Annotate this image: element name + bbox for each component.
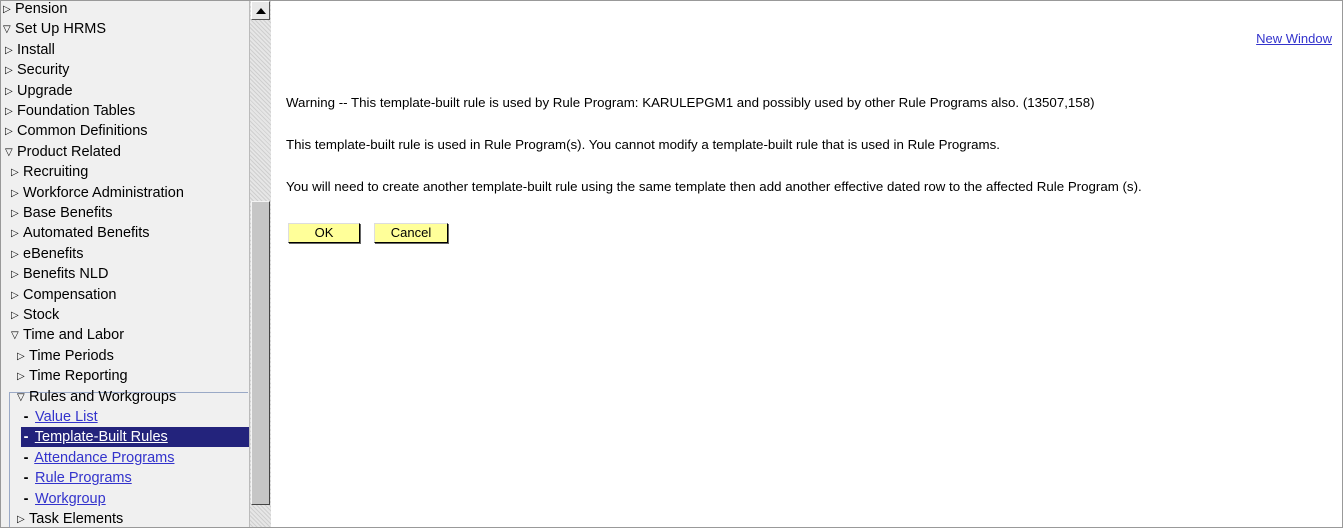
triangle-collapsed-icon[interactable]: ▷ xyxy=(11,224,23,244)
nav-item-automated-benefits[interactable]: ▷ Automated Benefits xyxy=(11,223,150,243)
triangle-expanded-icon[interactable]: ▽ xyxy=(11,326,23,346)
nav-item-label: Recruiting xyxy=(23,164,89,181)
nav-item-time-periods[interactable]: ▷ Time Periods xyxy=(17,346,114,366)
nav-item-workgroup[interactable]: - Workgroup xyxy=(21,489,106,509)
triangle-collapsed-icon[interactable]: ▷ xyxy=(11,306,23,326)
nav-item-label: Security xyxy=(17,62,70,79)
nav-item-label: Rules and Workgroups xyxy=(29,388,177,405)
nav-item-foundation-tables[interactable]: ▷ Foundation Tables xyxy=(5,101,135,121)
nav-item-label: Pension xyxy=(15,1,68,17)
nav-item-label: eBenefits xyxy=(23,245,84,262)
nav-item-common-definitions[interactable]: ▷ Common Definitions xyxy=(5,121,148,141)
triangle-collapsed-icon[interactable]: ▷ xyxy=(17,367,29,387)
nav-item-security[interactable]: ▷ Security xyxy=(5,60,69,80)
dash-icon: - xyxy=(23,429,29,446)
warning-message: Warning -- This template-built rule is u… xyxy=(286,95,1095,110)
nav-item-stock[interactable]: ▷ Stock xyxy=(11,305,59,325)
dash-icon: - xyxy=(23,470,29,487)
dash-icon: - xyxy=(23,409,29,425)
nav-link-label[interactable]: Attendance Programs xyxy=(34,450,174,466)
triangle-collapsed-icon[interactable]: ▷ xyxy=(5,102,17,122)
triangle-collapsed-icon[interactable]: ▷ xyxy=(5,61,17,81)
nav-item-install[interactable]: ▷ Install xyxy=(5,40,55,60)
dash-icon: - xyxy=(23,449,29,466)
nav-item-time-reporting[interactable]: ▷ Time Reporting xyxy=(17,366,128,386)
triangle-collapsed-icon[interactable]: ▷ xyxy=(11,265,23,285)
nav-link-label[interactable]: Template-Built Rules xyxy=(35,429,168,445)
nav-item-value-list[interactable]: - Value List xyxy=(21,407,98,427)
nav-item-set-up-hrms[interactable]: ▽ Set Up HRMS xyxy=(3,19,106,39)
new-window-link[interactable]: New Window xyxy=(1256,31,1332,46)
arrow-up-icon xyxy=(255,7,266,14)
triangle-expanded-icon[interactable]: ▽ xyxy=(3,20,15,40)
nav-item-rule-programs[interactable]: - Rule Programs xyxy=(21,468,132,488)
nav-item-compensation[interactable]: ▷ Compensation xyxy=(11,285,117,305)
main-content: New Window Warning -- This template-buil… xyxy=(271,1,1342,527)
scroll-thumb[interactable] xyxy=(251,201,270,505)
nav-item-upgrade[interactable]: ▷ Upgrade xyxy=(5,81,73,101)
nav-scrollbar[interactable] xyxy=(249,1,271,527)
nav-item-label: Foundation Tables xyxy=(17,103,136,119)
nav-item-label: Set Up HRMS xyxy=(15,21,107,38)
triangle-collapsed-icon[interactable]: ▷ xyxy=(3,1,15,20)
nav-item-label: Task Elements xyxy=(29,511,124,527)
nav-item-label: Time and Labor xyxy=(23,327,125,344)
nav-item-workforce-administration[interactable]: ▷ Workforce Administration xyxy=(11,183,184,203)
nav-item-label: Benefits NLD xyxy=(23,266,109,283)
triangle-collapsed-icon[interactable]: ▷ xyxy=(5,122,17,142)
triangle-collapsed-icon[interactable]: ▷ xyxy=(11,286,23,306)
scroll-up-button[interactable] xyxy=(251,1,270,20)
nav-item-recruiting[interactable]: ▷ Recruiting xyxy=(11,162,88,182)
nav-item-benefits-nld[interactable]: ▷ Benefits NLD xyxy=(11,264,108,284)
instruction-message: You will need to create another template… xyxy=(286,179,1142,194)
nav-link-label[interactable]: Rule Programs xyxy=(35,470,132,486)
nav-item-base-benefits[interactable]: ▷ Base Benefits xyxy=(11,203,112,223)
nav-item-attendance-programs[interactable]: - Attendance Programs xyxy=(21,448,175,468)
triangle-collapsed-icon[interactable]: ▷ xyxy=(17,347,29,367)
triangle-collapsed-icon[interactable]: ▷ xyxy=(17,510,29,527)
nav-item-label: Time Reporting xyxy=(29,368,128,385)
triangle-collapsed-icon[interactable]: ▷ xyxy=(5,41,17,61)
nav-item-label: Base Benefits xyxy=(23,205,113,221)
nav-item-label: Common Definitions xyxy=(17,123,148,140)
nav-item-time-and-labor[interactable]: ▽ Time and Labor xyxy=(11,325,124,345)
nav-item-label: Time Periods xyxy=(29,347,114,364)
triangle-collapsed-icon[interactable]: ▷ xyxy=(11,204,23,224)
nav-item-label: Workforce Administration xyxy=(23,184,184,201)
nav-item-task-elements[interactable]: ▷ Task Elements xyxy=(17,509,124,527)
nav-item-ebenefits[interactable]: ▷ eBenefits xyxy=(11,244,83,264)
navigation-menu: ▷ Pension ▽ Set Up HRMS ▷ Install ▷ Security ▷ Up… xyxy=(1,1,249,527)
dash-icon: - xyxy=(23,490,29,507)
info-message: This template-built rule is used in Rule… xyxy=(286,137,1000,152)
ok-button[interactable]: OK xyxy=(288,223,360,243)
nav-item-product-related[interactable]: ▽ Product Related xyxy=(5,142,121,162)
dialog-buttons: OK Cancel xyxy=(288,223,448,243)
nav-link-label[interactable]: Value List xyxy=(35,409,98,425)
triangle-collapsed-icon[interactable]: ▷ xyxy=(5,82,17,102)
triangle-collapsed-icon[interactable]: ▷ xyxy=(11,163,23,183)
triangle-collapsed-icon[interactable]: ▷ xyxy=(11,184,23,204)
nav-item-label: Install xyxy=(17,41,55,58)
nav-item-label: Automated Benefits xyxy=(23,225,150,242)
triangle-expanded-icon[interactable]: ▽ xyxy=(5,143,17,163)
nav-item-pension[interactable]: ▷ Pension xyxy=(3,1,67,19)
nav-item-label: Product Related xyxy=(17,143,121,160)
nav-item-label: Compensation xyxy=(23,286,117,303)
triangle-expanded-icon[interactable]: ▽ xyxy=(17,388,29,408)
cancel-button[interactable]: Cancel xyxy=(374,223,448,243)
nav-item-label: Stock xyxy=(23,307,60,323)
nav-item-label: Upgrade xyxy=(17,82,73,99)
triangle-collapsed-icon[interactable]: ▷ xyxy=(11,245,23,265)
nav-item-template-built-rules[interactable]: - Template-Built Rules xyxy=(21,427,249,448)
nav-link-label[interactable]: Workgroup xyxy=(35,491,106,507)
nav-item-rules-and-workgroups[interactable]: ▽ Rules and Workgroups xyxy=(17,387,176,407)
app-frame: ▷ Pension ▽ Set Up HRMS ▷ Install ▷ Security ▷ Up… xyxy=(0,0,1343,528)
